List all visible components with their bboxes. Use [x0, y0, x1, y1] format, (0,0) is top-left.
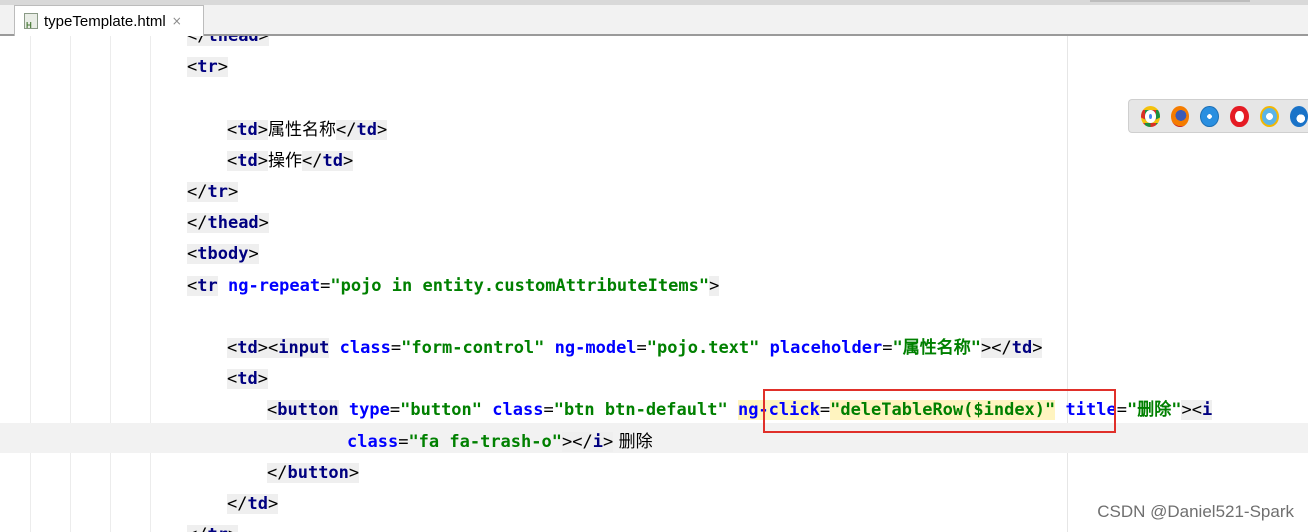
indent-guide	[30, 36, 31, 532]
annotation-box-ng-click	[763, 389, 1116, 433]
code-line[interactable]: <td><input class="form-control" ng-model…	[227, 335, 1043, 361]
code-line[interactable]: </tr>	[187, 179, 239, 205]
firefox-icon[interactable]	[1171, 105, 1190, 127]
tab-title: typeTemplate.html	[44, 12, 166, 30]
tab-type-template[interactable]: typeTemplate.html ×	[14, 5, 204, 36]
code-editor[interactable]: </thead> <tr> <td>属性名称</td> <td>操作</td> </tr…	[0, 36, 1308, 532]
code-line[interactable]: <td>	[227, 366, 268, 392]
right-margin-guide	[1067, 36, 1068, 532]
code-line[interactable]: </tr>	[187, 522, 239, 532]
code-line[interactable]: <tr>	[187, 54, 228, 80]
html-file-icon	[24, 13, 38, 30]
indent-guide	[110, 36, 111, 532]
code-line[interactable]: <td>属性名称</td>	[227, 117, 388, 143]
code-line[interactable]: </thead>	[187, 36, 269, 49]
safari-icon[interactable]	[1200, 105, 1219, 127]
chrome-icon[interactable]	[1141, 105, 1161, 127]
code-line[interactable]: </td>	[227, 491, 279, 517]
code-line[interactable]: <td>操作</td>	[227, 148, 354, 174]
editor-tab-bar: typeTemplate.html ×	[0, 0, 1308, 36]
code-line[interactable]: </button>	[267, 460, 360, 486]
code-line[interactable]: class="fa fa-trash-o"></i> 删除	[347, 429, 653, 455]
code-line[interactable]: </thead>	[187, 210, 269, 236]
opera-icon[interactable]	[1229, 105, 1250, 127]
browser-preview-bar	[1128, 99, 1308, 133]
edge-icon[interactable]	[1289, 105, 1308, 127]
close-tab-icon[interactable]: ×	[172, 14, 182, 28]
watermark: CSDN @Daniel521-Spark	[1097, 502, 1294, 521]
code-line[interactable]: <tbody>	[187, 241, 259, 267]
indent-guide	[150, 36, 151, 532]
code-line[interactable]: <tr ng-repeat="pojo in entity.customAttr…	[187, 273, 720, 299]
ie-icon[interactable]	[1260, 105, 1279, 127]
indent-guide	[70, 36, 71, 532]
